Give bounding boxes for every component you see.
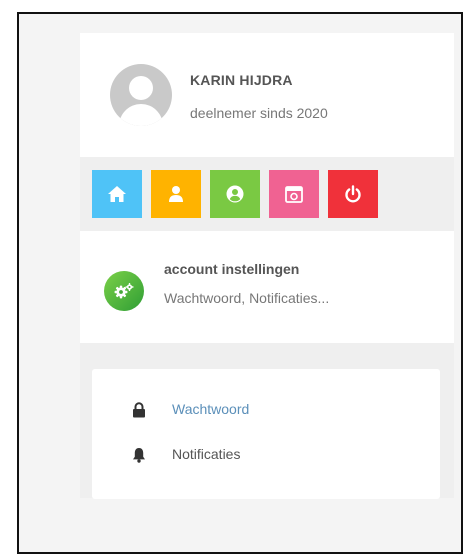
- account-circle-icon: [226, 185, 244, 203]
- account-settings-subtitle: Wachtwoord, Notificaties...: [164, 290, 330, 306]
- bell-icon: [133, 448, 145, 463]
- home-button[interactable]: [92, 170, 142, 218]
- settings-menu: Wachtwoord Notificaties: [92, 369, 440, 499]
- member-since: deelnemer sinds 2020: [190, 105, 328, 121]
- home-icon: [108, 186, 126, 202]
- icon-navigation-bar: [80, 157, 454, 231]
- calendar-button[interactable]: [269, 170, 319, 218]
- menu-item-label: Notificaties: [172, 446, 241, 462]
- logout-button[interactable]: [328, 170, 378, 218]
- profile-button[interactable]: [151, 170, 201, 218]
- lock-icon: [133, 402, 145, 418]
- account-settings-title: account instellingen: [164, 261, 300, 277]
- account-button[interactable]: [210, 170, 260, 218]
- app-frame: KARIN HIJDRA deelnemer sinds 2020 accoun…: [17, 12, 463, 554]
- calendar-icon: [285, 186, 303, 203]
- user-avatar-icon: [110, 64, 172, 126]
- gears-icon: [104, 271, 144, 311]
- power-icon: [345, 185, 361, 203]
- profile-panel: KARIN HIJDRA deelnemer sinds 2020 accoun…: [80, 33, 454, 499]
- person-icon: [169, 186, 183, 202]
- profile-header: KARIN HIJDRA deelnemer sinds 2020: [80, 33, 454, 157]
- user-name: KARIN HIJDRA: [190, 72, 293, 88]
- menu-item-wachtwoord[interactable]: Wachtwoord: [92, 394, 440, 426]
- menu-item-notificaties[interactable]: Notificaties: [92, 439, 440, 471]
- menu-item-label: Wachtwoord: [172, 401, 250, 417]
- account-settings-section[interactable]: account instellingen Wachtwoord, Notific…: [80, 231, 454, 343]
